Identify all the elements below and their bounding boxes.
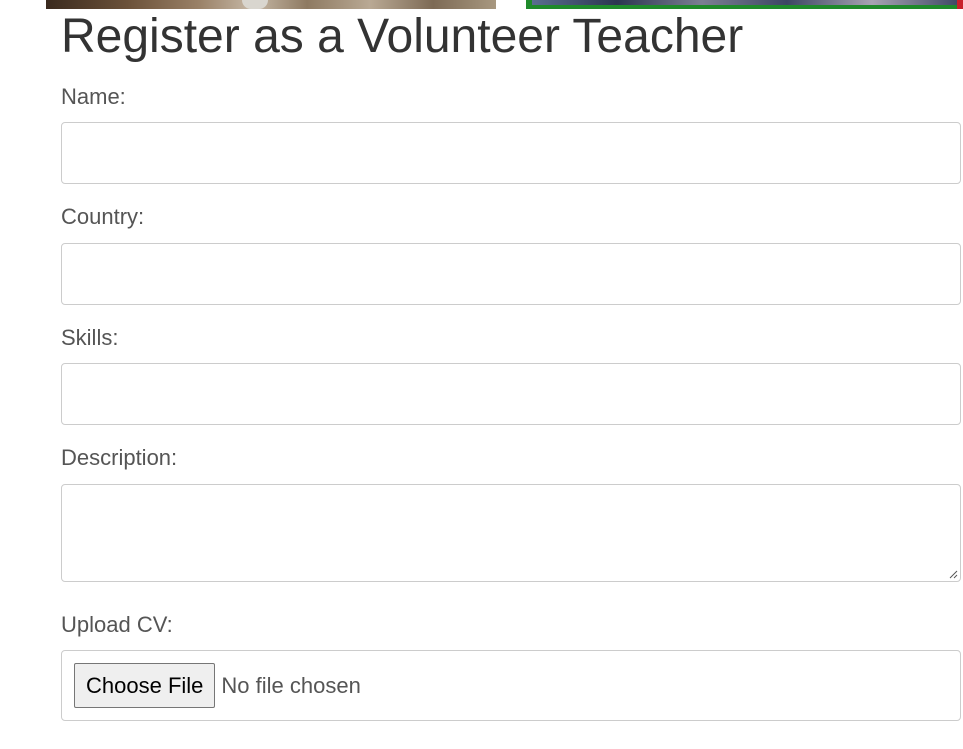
resize-handle-icon[interactable] (948, 569, 958, 579)
banner-photo-right (526, 0, 963, 9)
skills-label: Skills: (61, 325, 119, 350)
banner-photo-detail (242, 0, 268, 9)
cv-file-input[interactable]: Choose File No file chosen (61, 650, 961, 721)
name-input[interactable] (61, 122, 961, 184)
description-textarea[interactable] (61, 484, 961, 582)
banner-photo-accent (957, 0, 963, 9)
skills-input[interactable] (61, 363, 961, 425)
choose-file-button[interactable]: Choose File (74, 663, 216, 708)
cv-label: Upload CV: (61, 612, 173, 637)
file-status-text: No file chosen (221, 672, 361, 698)
name-label: Name: (61, 84, 126, 109)
description-label: Description: (61, 445, 178, 470)
page-title: Register as a Volunteer Teacher (61, 10, 744, 63)
banner-photo-left (46, 0, 496, 9)
banner-photo-inner (532, 0, 957, 5)
country-label: Country: (61, 204, 145, 229)
country-input[interactable] (61, 243, 961, 305)
